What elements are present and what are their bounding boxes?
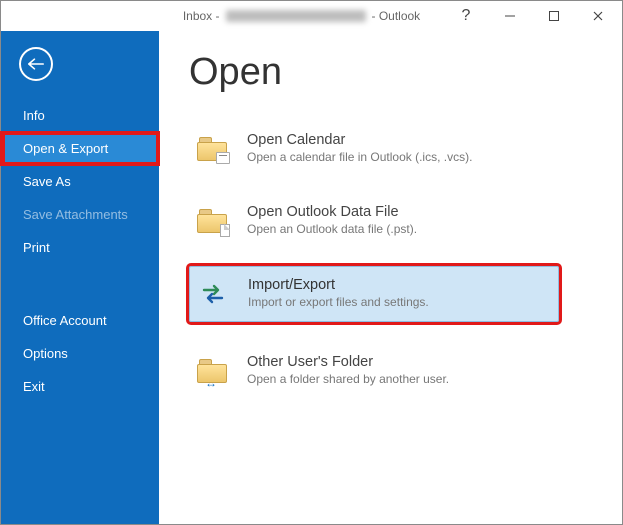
sidebar-item-print[interactable]: Print — [1, 231, 159, 264]
option-open-calendar[interactable]: Open Calendar Open a calendar file in Ou… — [189, 122, 604, 176]
back-button[interactable] — [19, 47, 53, 81]
sidebar: Info Open & Export Save As Save Attachme… — [1, 31, 159, 524]
option-title: Open Calendar — [247, 132, 472, 148]
option-title: Other User's Folder — [247, 354, 449, 370]
title-suffix: - Outlook — [372, 9, 421, 23]
outlook-window: Inbox - - Outlook ? Info Open & E — [0, 0, 623, 525]
option-desc: Import or export files and settings. — [248, 295, 429, 309]
option-import-export[interactable]: Import/Export Import or export files and… — [189, 266, 559, 322]
sidebar-item-office-account[interactable]: Office Account — [1, 304, 159, 337]
page-title: Open — [189, 51, 604, 94]
option-desc: Open a calendar file in Outlook (.ics, .… — [247, 150, 472, 164]
sidebar-item-open-export[interactable]: Open & Export — [1, 132, 159, 165]
calendar-folder-icon — [195, 132, 229, 166]
maximize-button[interactable] — [532, 2, 576, 30]
datafile-folder-icon — [195, 204, 229, 238]
option-title: Open Outlook Data File — [247, 204, 417, 220]
backstage-body: Info Open & Export Save As Save Attachme… — [1, 31, 622, 524]
window-controls: ? — [444, 2, 620, 30]
help-button[interactable]: ? — [444, 2, 488, 30]
option-other-users-folder[interactable]: ↔ Other User's Folder Open a folder shar… — [189, 344, 604, 398]
close-button[interactable] — [576, 2, 620, 30]
shared-folder-icon: ↔ — [195, 354, 229, 388]
sidebar-item-options[interactable]: Options — [1, 337, 159, 370]
account-name-obscured — [226, 10, 366, 22]
window-title: Inbox - - Outlook — [1, 9, 444, 23]
sidebar-nav-secondary: Office Account Options Exit — [1, 304, 159, 403]
sidebar-nav: Info Open & Export Save As Save Attachme… — [1, 99, 159, 264]
titlebar: Inbox - - Outlook ? — [1, 1, 622, 31]
option-desc: Open an Outlook data file (.pst). — [247, 222, 417, 236]
sidebar-item-save-as[interactable]: Save As — [1, 165, 159, 198]
option-open-data-file[interactable]: Open Outlook Data File Open an Outlook d… — [189, 194, 604, 248]
sidebar-item-info[interactable]: Info — [1, 99, 159, 132]
option-desc: Open a folder shared by another user. — [247, 372, 449, 386]
sidebar-item-exit[interactable]: Exit — [1, 370, 159, 403]
option-title: Import/Export — [248, 277, 429, 293]
import-export-icon — [196, 277, 230, 311]
title-prefix: Inbox - — [183, 9, 220, 23]
main-pane: Open Open Calendar Open a calendar file … — [159, 31, 622, 524]
minimize-button[interactable] — [488, 2, 532, 30]
sidebar-item-save-attachments: Save Attachments — [1, 198, 159, 231]
